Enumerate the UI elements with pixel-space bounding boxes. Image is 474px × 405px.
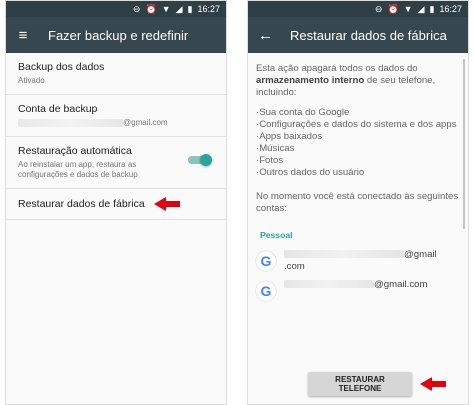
list-item: ·Apps baixados [256,131,323,142]
connected-accounts-text: No momento você está conectado às seguin… [256,191,459,214]
list-item: ·Sua conta do Google [256,107,350,118]
item-subtitle: Ativado [18,76,45,85]
google-logo-icon: G [256,251,276,271]
account-row: G @gmail.com [256,279,460,301]
item-title: Backup dos dados [18,61,105,73]
app-bar: ← Restaurar dados de fábrica [248,17,468,53]
minus-circle-icon: ⊖ [132,3,141,14]
screenshot-pair: ⊖ ⏰ ▼ ◢ ▮ 16:27 ≡ Fazer backup e redefin… [0,0,474,405]
item-subtitle: Ao reinstalar um app, restaura as config… [18,160,138,179]
list-item: ·Fotos [256,155,284,166]
auto-restore-toggle[interactable] [188,154,212,166]
account-row: G @gmail .com [256,249,460,273]
backup-account-email: @gmail.com [18,118,214,128]
status-bar: ⊖ ⏰ ▼ ◢ ▮ 16:27 [248,1,468,17]
item-title: Restauração automática [18,145,132,157]
list-item: ·Músicas [256,143,295,154]
red-arrow-pointer [420,377,446,391]
redacted-email [18,118,123,127]
menu-icon[interactable]: ≡ [16,27,30,44]
scrollbar[interactable] [463,59,465,229]
list-item: ·Outros dados do usuário [256,167,365,178]
status-time: 16:27 [197,4,220,14]
google-logo-icon: G [256,281,276,301]
alarm-icon: ⏰ [387,3,399,14]
factory-reset-screen: ⊖ ⏰ ▼ ◢ ▮ 16:27 ← Restaurar dados de fáb… [247,0,469,405]
wifi-icon: ▼ [161,3,171,14]
redacted-email [284,250,404,259]
factory-reset-item[interactable]: Restaurar dados de fábrica [6,189,226,220]
status-bar: ⊖ ⏰ ▼ ◢ ▮ 16:27 [6,1,226,17]
item-title: Conta de backup [18,103,98,115]
minus-circle-icon: ⊖ [374,3,383,14]
wifi-icon: ▼ [403,3,413,14]
app-bar: ≡ Fazer backup e redefinir [6,17,226,53]
back-arrow-icon[interactable]: ← [258,27,273,44]
intro-paragraph: Esta ação apagará todos os dados do arma… [256,63,436,98]
redacted-email [284,280,374,289]
list-item: ·Configurações e dados do sistema e dos … [256,119,457,130]
reset-description: Esta ação apagará todos os dados do arma… [248,53,468,301]
item-title: Restaurar dados de fábrica [18,198,145,210]
alarm-icon: ⏰ [145,3,157,14]
status-time: 16:27 [439,4,462,14]
backup-reset-screen: ⊖ ⏰ ▼ ◢ ▮ 16:27 ≡ Fazer backup e redefin… [5,0,227,405]
auto-restore-item[interactable]: Restauração automática Ao reinstalar um … [6,137,226,189]
backup-account-item[interactable]: Conta de backup @gmail.com [6,95,226,137]
restore-phone-button[interactable]: RESTAURAR TELEFONE [308,372,412,396]
page-title: Fazer backup e redefinir [48,27,189,43]
erased-items-list: ·Sua conta do Google ·Configurações e da… [256,107,460,179]
page-title: Restaurar dados de fábrica [290,27,447,43]
section-label-personal: Pessoal [260,230,293,240]
red-arrow-pointer [154,197,180,211]
signal-icon: ◢ [175,3,183,14]
battery-icon: ▮ [429,3,435,14]
signal-icon: ◢ [417,3,425,14]
battery-icon: ▮ [187,3,193,14]
backup-data-item[interactable]: Backup dos dados Ativado [6,53,226,95]
